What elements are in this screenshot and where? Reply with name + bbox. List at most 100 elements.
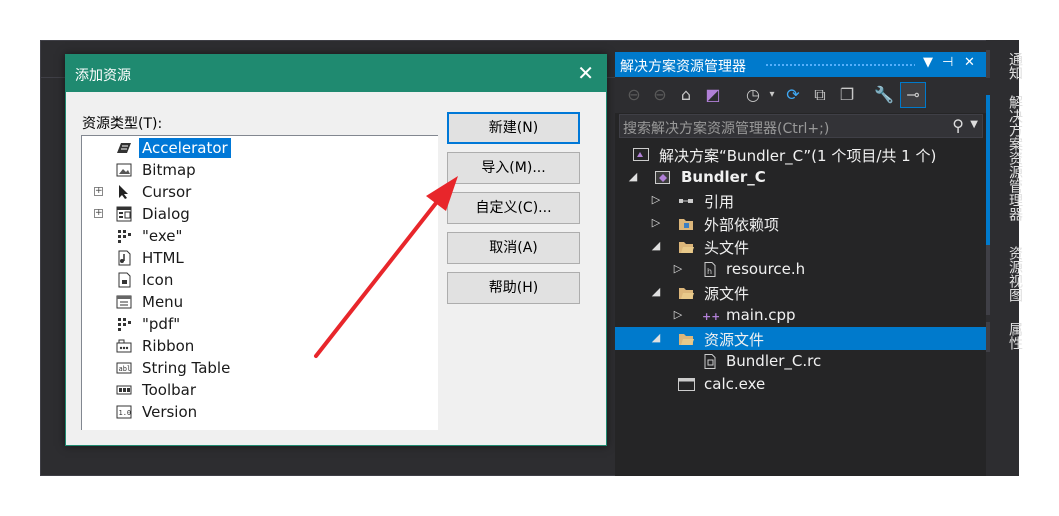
- bitmap-icon: [116, 162, 132, 178]
- project-icon: [655, 170, 672, 185]
- switch-views-icon[interactable]: ◩: [703, 85, 723, 105]
- expand-icon[interactable]: +: [94, 187, 103, 196]
- solution-explorer-title-bar: 解决方案资源管理器 ▼ ⊣ ✕: [615, 52, 986, 77]
- tree-item[interactable]: Ribbon: [82, 335, 422, 357]
- solution-tree-label: 引用: [704, 193, 735, 211]
- refresh-icon[interactable]: ⟳: [783, 85, 803, 105]
- help-button[interactable]: 帮助(H): [447, 272, 580, 304]
- expand-arrow-icon[interactable]: ▷: [672, 262, 684, 275]
- tree-item[interactable]: + Cursor: [82, 181, 422, 203]
- references-icon: [678, 193, 695, 208]
- solution-tree-item[interactable]: ◢ 资源文件: [615, 327, 986, 350]
- tab-divider: [986, 322, 990, 352]
- solution-explorer-title: 解决方案资源管理器: [620, 59, 746, 75]
- solution-tree-item[interactable]: ▷ 外部依赖项: [615, 212, 986, 235]
- tab-divider: [986, 245, 990, 315]
- tree-item[interactable]: + Dialog: [82, 203, 422, 225]
- pending-changes-icon[interactable]: ◷: [743, 85, 763, 105]
- solution-tree-item[interactable]: 解决方案“Bundler_C”(1 个项目/共 1 个): [615, 143, 986, 166]
- tree-item[interactable]: Toolbar: [82, 379, 422, 401]
- tree-item[interactable]: Menu: [82, 291, 422, 313]
- search-icon[interactable]: ⚲: [952, 116, 964, 135]
- solution-tree-item[interactable]: ◢ 头文件: [615, 235, 986, 258]
- back-icon[interactable]: ⊖: [624, 85, 644, 105]
- tree-item[interactable]: "pdf": [82, 313, 422, 335]
- title-grip: [765, 63, 915, 67]
- solution-tree-label: resource.h: [726, 260, 806, 278]
- tree-item[interactable]: Bitmap: [82, 159, 422, 181]
- tab-properties[interactable]: 属性: [992, 322, 1025, 350]
- close-icon[interactable]: ✕: [577, 61, 594, 85]
- collapse-arrow-icon[interactable]: ◢: [627, 170, 639, 183]
- home-icon[interactable]: ⌂: [676, 85, 696, 105]
- tree-item-label: Version: [142, 403, 198, 421]
- tab-notifications[interactable]: 通知: [992, 52, 1025, 80]
- new-button[interactable]: 新建(N): [447, 112, 580, 144]
- solution-tree-label: 外部依赖项: [704, 216, 780, 234]
- ribbon-icon: [116, 338, 132, 354]
- rc-file-icon: [702, 354, 719, 369]
- custom-button[interactable]: 自定义(C)...: [447, 192, 580, 224]
- tree-item-label: Dialog: [142, 205, 190, 223]
- solution-tree-label: calc.exe: [704, 375, 766, 393]
- tab-resource-view[interactable]: 资源视图: [992, 246, 1025, 302]
- solution-explorer-panel: 解决方案资源管理器 ▼ ⊣ ✕ ⊖ ⊖ ⌂ ◩ ◷ ▾ ⟳ ⧉ ❐ 🔧 ⊸ 搜索…: [615, 52, 986, 476]
- expand-arrow-icon[interactable]: ▷: [672, 308, 684, 321]
- chevron-down-icon[interactable]: ▼: [970, 119, 978, 130]
- solution-tree-item[interactable]: ◢ 源文件: [615, 281, 986, 304]
- solution-tree-item[interactable]: ◢ Bundler_C: [615, 166, 986, 189]
- string-table-icon: abl: [116, 360, 132, 376]
- tree-item[interactable]: Accelerator: [82, 137, 422, 159]
- version-icon: 1.0: [116, 404, 132, 420]
- chevron-down-icon[interactable]: ▾: [762, 85, 782, 105]
- tree-item[interactable]: Icon: [82, 269, 422, 291]
- dialog-title: 添加资源: [75, 68, 131, 84]
- tab-divider: [986, 50, 990, 78]
- dialog-icon: [116, 206, 132, 222]
- collapse-all-icon[interactable]: ⧉: [810, 85, 830, 105]
- folder-icon: [678, 331, 695, 346]
- tree-item-label: Bitmap: [142, 161, 196, 179]
- tree-item[interactable]: 1.0 Version: [82, 401, 422, 423]
- pin-icon[interactable]: ⊣: [942, 55, 953, 70]
- collapse-arrow-icon[interactable]: ◢: [650, 285, 662, 298]
- header-file-icon: h: [702, 262, 719, 277]
- properties-wrench-icon[interactable]: 🔧: [874, 85, 894, 105]
- tree-item[interactable]: "exe": [82, 225, 422, 247]
- solution-explorer-search[interactable]: 搜索解决方案资源管理器(Ctrl+;) ⚲ ▼: [619, 114, 983, 138]
- forward-icon[interactable]: ⊖: [650, 85, 670, 105]
- expand-arrow-icon[interactable]: ▷: [650, 216, 662, 229]
- resource-type-tree[interactable]: Accelerator Bitmap + Cursor + Dialog "exe" HTML…: [81, 135, 438, 430]
- tab-solution-explorer[interactable]: 解决方案资源管理器: [992, 95, 1025, 221]
- toolbar-icon: [116, 382, 132, 398]
- svg-text:1.0: 1.0: [119, 409, 132, 417]
- solution-tree-item[interactable]: ▷ ++ main.cpp: [615, 304, 986, 327]
- solution-tree-item[interactable]: ▷ h resource.h: [615, 258, 986, 281]
- solution-tree-item[interactable]: ▷ 引用: [615, 189, 986, 212]
- external-deps-icon: [678, 216, 695, 231]
- collapse-arrow-icon[interactable]: ◢: [650, 331, 662, 344]
- cancel-button[interactable]: 取消(A): [447, 232, 580, 264]
- close-icon[interactable]: ✕: [964, 55, 975, 70]
- import-button[interactable]: 导入(M)...: [447, 152, 580, 184]
- solution-tree-label: 头文件: [704, 239, 750, 257]
- custom-resource-icon: [116, 228, 132, 244]
- solution-tree-label: Bundler_C.rc: [726, 352, 822, 370]
- accelerator-icon: [116, 140, 132, 156]
- menu-icon: [116, 294, 132, 310]
- window-menu-icon[interactable]: ▼: [923, 55, 933, 70]
- expand-icon[interactable]: +: [94, 209, 103, 218]
- tree-item[interactable]: abl String Table: [82, 357, 422, 379]
- tree-item-label: "exe": [142, 227, 183, 245]
- solution-tree-item[interactable]: calc.exe: [615, 373, 986, 396]
- tree-item-label: Cursor: [142, 183, 192, 201]
- search-input[interactable]: 搜索解决方案资源管理器(Ctrl+;): [623, 118, 829, 138]
- expand-arrow-icon[interactable]: ▷: [650, 193, 662, 206]
- preview-pin-icon[interactable]: ⊸: [900, 82, 926, 108]
- folder-icon: [678, 239, 695, 254]
- solution-tree-item[interactable]: Bundler_C.rc: [615, 350, 986, 373]
- tree-item[interactable]: HTML: [82, 247, 422, 269]
- show-all-files-icon[interactable]: ❐: [837, 85, 857, 105]
- collapse-arrow-icon[interactable]: ◢: [650, 239, 662, 252]
- tree-item-label: Toolbar: [142, 381, 197, 399]
